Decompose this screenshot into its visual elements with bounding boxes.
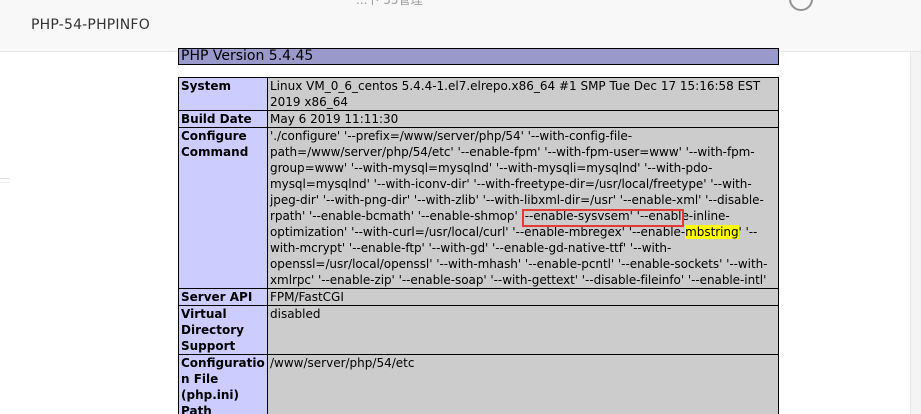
table-row: Virtual Directory Support disabled bbox=[178, 305, 779, 355]
configure-command-text: './configure' '--prefix=/www/server/php/… bbox=[270, 129, 764, 239]
configure-command-value: './configure' '--prefix=/www/server/php/… bbox=[267, 127, 779, 289]
row-label: Virtual Directory Support bbox=[178, 305, 268, 355]
table-row: Configuration File (php.ini) Path /www/s… bbox=[178, 354, 779, 414]
phpinfo-dialog: ...卜 55管理 PHP-54-PHPINFO PHP Version 5.4… bbox=[0, 0, 921, 414]
table-row: Server API FPM/FastCGI bbox=[178, 288, 779, 306]
divider bbox=[0, 182, 10, 183]
left-edge bbox=[0, 52, 10, 414]
dialog-title: PHP-54-PHPINFO bbox=[31, 17, 150, 33]
table-row: Configure Command './configure' '--prefi… bbox=[178, 127, 779, 289]
dialog-titlebar[interactable]: ...卜 55管理 PHP-54-PHPINFO bbox=[0, 0, 921, 52]
php-version-header: PHP Version 5.4.45 bbox=[178, 48, 779, 65]
row-value: /www/server/php/54/etc bbox=[267, 354, 779, 414]
annotation-highlight-box bbox=[522, 209, 684, 227]
background-partial-text: ...卜 55管理 bbox=[356, 0, 423, 7]
screen: ...卜 55管理 PHP-54-PHPINFO PHP Version 5.4… bbox=[0, 0, 921, 414]
highlighted-search-term: mbstring bbox=[685, 225, 739, 239]
row-value: Linux VM_0_6_centos 5.4.4-1.el7.elrepo.x… bbox=[267, 77, 779, 111]
row-value: FPM/FastCGI bbox=[267, 288, 779, 306]
phpinfo-content: PHP Version 5.4.45 System Linux VM_0_6_c… bbox=[178, 48, 779, 414]
divider bbox=[0, 178, 10, 179]
loading-spinner-icon bbox=[789, 0, 813, 11]
scrollbar-track[interactable] bbox=[910, 52, 921, 414]
row-value: May 6 2019 11:11:30 bbox=[267, 110, 779, 128]
row-label: Configuration File (php.ini) Path bbox=[178, 354, 268, 414]
row-label: Server API bbox=[178, 288, 268, 306]
row-label: Build Date bbox=[178, 110, 268, 128]
table-row: Build Date May 6 2019 11:11:30 bbox=[178, 110, 779, 128]
table-row: System Linux VM_0_6_centos 5.4.4-1.el7.e… bbox=[178, 77, 779, 111]
row-value: disabled bbox=[267, 305, 779, 355]
row-label: Configure Command bbox=[178, 127, 268, 289]
phpinfo-table: System Linux VM_0_6_centos 5.4.4-1.el7.e… bbox=[178, 77, 779, 414]
row-label: System bbox=[178, 77, 268, 111]
